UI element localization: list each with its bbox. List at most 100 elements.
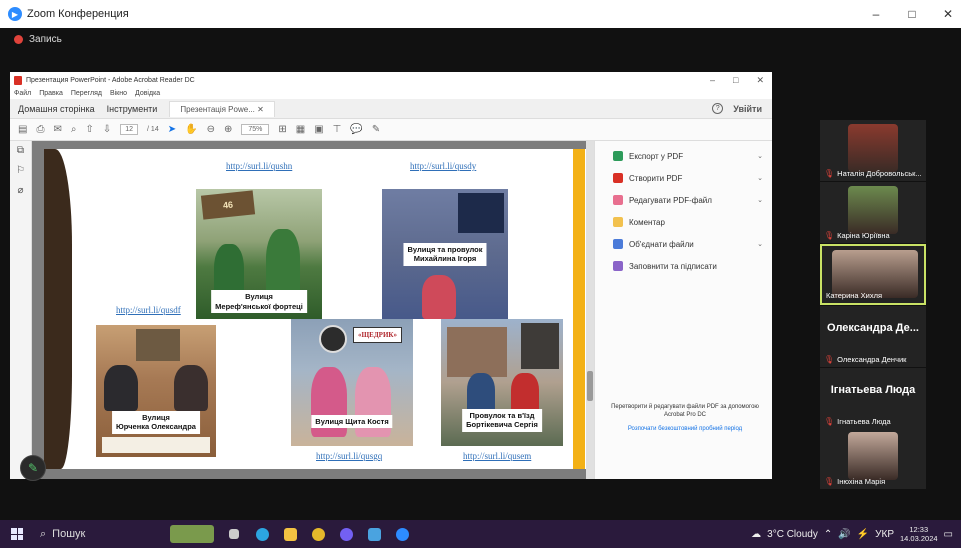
weather-text[interactable]: 3°C Cloudy: [767, 529, 818, 540]
scroll-thumb[interactable]: [587, 371, 593, 401]
chevron-down-icon[interactable]: ⌄: [757, 240, 763, 248]
photos-icon[interactable]: [360, 520, 388, 548]
help-icon[interactable]: ?: [712, 103, 724, 114]
zoom-in-icon[interactable]: ⊕: [224, 124, 232, 135]
portrait-photo: [136, 329, 180, 361]
weather-icon: ☁: [751, 528, 762, 540]
next-page-icon[interactable]: ⇩: [103, 124, 111, 135]
volume-icon[interactable]: 🔊: [838, 529, 850, 540]
slide-decoration-right: [573, 149, 585, 469]
mic-muted-icon: 🎙: [824, 355, 835, 364]
participant-name-label: 🎙 Ігнатьева Люда: [824, 417, 891, 426]
tool-label: Заповнити та підписати: [629, 261, 717, 271]
print-icon[interactable]: ⎙: [36, 124, 44, 135]
page-number-input[interactable]: 12: [120, 124, 139, 135]
participant-tile[interactable]: 🎙 Наталія Добровольськ...: [820, 120, 926, 181]
slide-link[interactable]: http://surl.li/qushn: [226, 161, 292, 171]
chevron-down-icon[interactable]: ⌄: [757, 196, 763, 204]
menu-view[interactable]: Перегляд: [71, 90, 102, 97]
pages-icon[interactable]: ⧉: [17, 145, 24, 156]
menu-file[interactable]: Файл: [14, 90, 31, 97]
participant-tile[interactable]: Катерина Хихля: [820, 244, 926, 305]
zoom-out-icon[interactable]: ⊖: [207, 124, 215, 135]
close-button[interactable]: ✕: [941, 7, 955, 21]
recording-indicator[interactable]: Запись: [14, 34, 62, 45]
tool-icon: [613, 239, 623, 249]
language-indicator[interactable]: УКР: [875, 529, 894, 540]
tab-document[interactable]: Презентація Powe... ✕: [169, 100, 275, 117]
maximize-button[interactable]: □: [905, 7, 919, 21]
acrobat-minimize-button[interactable]: –: [710, 75, 715, 85]
slide-link[interactable]: http://surl.li/qusem: [463, 451, 531, 461]
tool-item[interactable]: Об'єднати файли ⌄: [613, 239, 763, 249]
slide-photo-3: Вулиця Юрченка Олександра: [96, 325, 216, 457]
slide-photo-4: «ЩЕДРИК» Вулиця Щита Костя: [291, 319, 413, 446]
zoom-taskbar-icon[interactable]: [388, 520, 416, 548]
chevron-down-icon[interactable]: ⌄: [757, 174, 763, 182]
task-view-icon[interactable]: [220, 520, 248, 548]
participant-video: [848, 124, 898, 172]
menu-window[interactable]: Вікно: [110, 90, 127, 97]
search-icon[interactable]: ⌕: [71, 124, 77, 135]
annotate-pencil-button[interactable]: ✎: [20, 455, 46, 481]
participant-tile[interactable]: Олександра Де... 🎙 Олександра Денчик: [820, 306, 926, 367]
tool-item[interactable]: Створити PDF ⌄: [613, 173, 763, 183]
clock[interactable]: 12:33 14.03.2024: [900, 525, 938, 543]
acrobat-tools-pane: Перетворити й редагувати файли PDF за до…: [594, 141, 772, 479]
participant-video: [848, 186, 898, 234]
signin-button[interactable]: Увійти: [733, 104, 762, 114]
hand-tool-icon[interactable]: ✋: [185, 124, 197, 135]
menu-help[interactable]: Довідка: [135, 90, 160, 97]
slide-decoration-left: [44, 149, 72, 469]
tool-item[interactable]: Заповнити та підписати: [613, 261, 763, 271]
taskbar-search[interactable]: ⌕ Пошук: [34, 523, 164, 545]
attachment-icon[interactable]: ⌀: [17, 185, 23, 196]
fullscreen-icon[interactable]: ▣: [314, 124, 323, 135]
mail-icon[interactable]: ✉: [53, 124, 61, 135]
network-icon[interactable]: ⚡: [857, 529, 869, 540]
slide-link[interactable]: http://surl.li/qusdf: [116, 305, 181, 315]
scroll-mode-icon[interactable]: ▦: [296, 124, 305, 135]
widget-image[interactable]: [164, 520, 220, 548]
minimize-button[interactable]: –: [869, 7, 883, 21]
acrobat-maximize-button[interactable]: □: [733, 75, 738, 85]
start-button[interactable]: [0, 520, 34, 548]
tool-item[interactable]: Експорт у PDF ⌄: [613, 151, 763, 161]
viber-icon[interactable]: [332, 520, 360, 548]
draw-icon[interactable]: ✎: [372, 124, 380, 135]
bookmark-icon[interactable]: ⚐: [16, 165, 25, 176]
telegram-icon[interactable]: [248, 520, 276, 548]
zoom-titlebar: ▶ Zoom Конференция – □ ✕: [0, 0, 961, 28]
participant-tile[interactable]: 🎙 Каріна Юріївна: [820, 182, 926, 243]
zoom-level-select[interactable]: 75%: [241, 124, 270, 135]
tab-tools[interactable]: Інструменти: [107, 104, 158, 114]
participant-tile[interactable]: 🎙 Інюхіна Марія: [820, 428, 926, 489]
file-explorer-icon[interactable]: [276, 520, 304, 548]
document-view[interactable]: http://surl.li/qushn http://surl.li/qusd…: [32, 141, 594, 479]
slide-link[interactable]: http://surl.li/qusgq: [316, 451, 382, 461]
slide-caption-3: Вулиця Юрченка Олександра: [112, 411, 200, 434]
select-tool-icon[interactable]: ➤: [168, 124, 176, 135]
notifications-icon[interactable]: ▭: [944, 529, 953, 540]
trial-link[interactable]: Розпочати безкоштовний пробний період: [603, 425, 767, 433]
participant-name: Олександра Денчик: [837, 355, 907, 364]
chrome-icon[interactable]: [304, 520, 332, 548]
fit-page-icon[interactable]: ⊞: [278, 124, 286, 135]
tool-item[interactable]: Коментар: [613, 217, 763, 227]
tab-home[interactable]: Домашня сторінка: [18, 104, 95, 114]
menu-edit[interactable]: Правка: [39, 90, 63, 97]
comment-icon[interactable]: 💬: [350, 124, 362, 135]
participant-tile[interactable]: Ігнатьева Люда 🎙 Ігнатьева Люда: [820, 368, 926, 429]
slide-link[interactable]: http://surl.li/qusdy: [410, 161, 476, 171]
tool-label: Створити PDF: [629, 173, 683, 183]
zoom-logo-icon: ▶: [8, 7, 22, 21]
prev-page-icon[interactable]: ⇧: [85, 124, 93, 135]
document-scrollbar[interactable]: [586, 141, 594, 479]
acrobat-close-button[interactable]: ✕: [756, 75, 764, 86]
read-mode-icon[interactable]: ⊤: [333, 124, 342, 135]
participant-name: Каріна Юріївна: [837, 231, 890, 240]
tray-expand-icon[interactable]: ⌃: [824, 529, 832, 540]
chevron-down-icon[interactable]: ⌄: [757, 152, 763, 160]
save-icon[interactable]: ▤: [18, 124, 27, 135]
tool-item[interactable]: Редагувати PDF-файл ⌄: [613, 195, 763, 205]
